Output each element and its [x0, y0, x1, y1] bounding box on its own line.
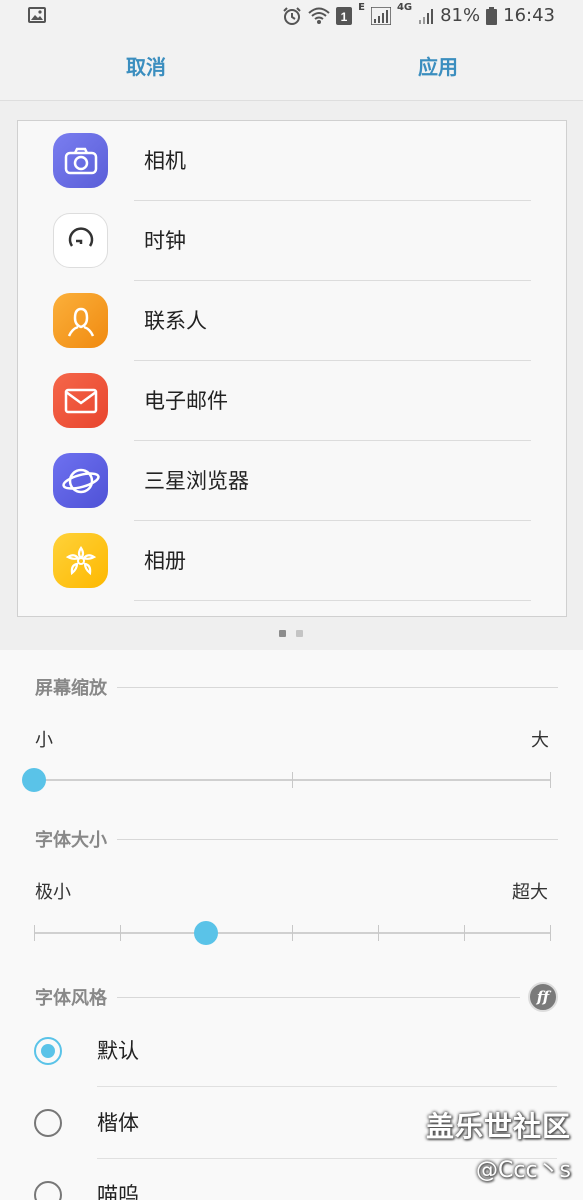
- screen-zoom-tick: [550, 772, 551, 788]
- screen-zoom-slider[interactable]: [22, 768, 551, 792]
- app-name: 时钟: [144, 229, 186, 253]
- font-style-header: 字体风格 ff: [35, 982, 558, 1012]
- network-type-4g: 4G: [396, 2, 413, 13]
- watermark-handle: @Ccc丶s: [475, 1158, 571, 1183]
- action-bar: 取消 应用: [0, 34, 583, 101]
- preview-app-row: 相册: [18, 521, 566, 601]
- font-option-label: 喵呜: [97, 1183, 139, 1200]
- battery-icon: [486, 6, 498, 25]
- signal-icon: [370, 6, 391, 25]
- zoom-min-label: 小: [35, 730, 53, 751]
- font-style-title: 字体风格: [35, 988, 107, 1009]
- font-option-default[interactable]: 默认: [0, 1015, 583, 1087]
- font-size-tick: [378, 925, 379, 941]
- font-size-tick: [550, 925, 551, 941]
- watermark-title: 盖乐世社区: [425, 1110, 571, 1143]
- app-name: 联系人: [144, 309, 207, 333]
- font-size-min-label: 极小: [35, 882, 71, 903]
- preview-app-row: 时钟: [18, 201, 566, 281]
- divider: [117, 996, 520, 998]
- font-size-title: 字体大小: [35, 830, 107, 851]
- screen-zoom-knob[interactable]: [22, 768, 46, 792]
- preview-app-row: 电子邮件: [18, 361, 566, 441]
- font-option-label: 楷体: [97, 1111, 139, 1135]
- screen-zoom-tick: [292, 772, 293, 788]
- notification-count-icon: 1: [336, 6, 353, 25]
- status-bar: 1 E 4G 81% 16:43: [0, 0, 583, 34]
- svg-text:1: 1: [341, 10, 348, 24]
- clock-time: 16:43: [503, 5, 555, 26]
- page-dot-active: [279, 630, 286, 637]
- gallery-icon: [53, 533, 108, 588]
- font-size-tick: [34, 925, 35, 941]
- browser-icon: [53, 453, 108, 508]
- font-size-slider[interactable]: [34, 921, 551, 945]
- font-download-icon[interactable]: ff: [528, 982, 558, 1012]
- email-icon: [53, 373, 108, 428]
- network-type-e: E: [358, 2, 365, 13]
- clock-icon: [53, 213, 108, 268]
- font-size-header: 字体大小: [35, 826, 558, 852]
- font-option-label: 默认: [97, 1039, 139, 1063]
- apply-button[interactable]: 应用: [368, 34, 508, 101]
- font-size-knob[interactable]: [194, 921, 218, 945]
- radio-button[interactable]: [34, 1037, 62, 1065]
- cancel-button[interactable]: 取消: [76, 34, 216, 101]
- app-name: 相册: [144, 549, 186, 573]
- divider: [117, 686, 558, 688]
- font-size-tick: [464, 925, 465, 941]
- zoom-max-label: 大: [531, 730, 549, 751]
- preview-app-row: 联系人: [18, 281, 566, 361]
- page-dot: [296, 630, 303, 637]
- contacts-icon: [53, 293, 108, 348]
- screen-zoom-title: 屏幕缩放: [35, 678, 107, 699]
- preview-app-row: 相机: [18, 121, 566, 201]
- divider: [117, 838, 558, 840]
- image-icon: [28, 7, 46, 23]
- page-indicator: [279, 630, 303, 637]
- app-name: 电子邮件: [144, 389, 228, 413]
- preview-area: 相机 时钟 联系人 电子邮件 三星浏览器 相册: [0, 101, 583, 650]
- divider: [134, 600, 531, 601]
- preview-app-row: 三星浏览器: [18, 441, 566, 521]
- screen-zoom-header: 屏幕缩放: [35, 674, 558, 700]
- font-size-tick: [120, 925, 121, 941]
- camera-icon: [53, 133, 108, 188]
- app-name: 相机: [144, 149, 186, 173]
- alarm-icon: [282, 6, 302, 26]
- app-name: 三星浏览器: [144, 469, 249, 493]
- signal-icon-2: [418, 8, 434, 24]
- radio-button[interactable]: [34, 1109, 62, 1137]
- font-size-tick: [292, 925, 293, 941]
- preview-box[interactable]: 相机 时钟 联系人 电子邮件 三星浏览器 相册: [17, 120, 567, 617]
- wifi-icon: [308, 7, 330, 25]
- font-size-max-label: 超大: [512, 882, 548, 903]
- radio-button[interactable]: [34, 1181, 62, 1200]
- battery-percent: 81%: [440, 5, 481, 26]
